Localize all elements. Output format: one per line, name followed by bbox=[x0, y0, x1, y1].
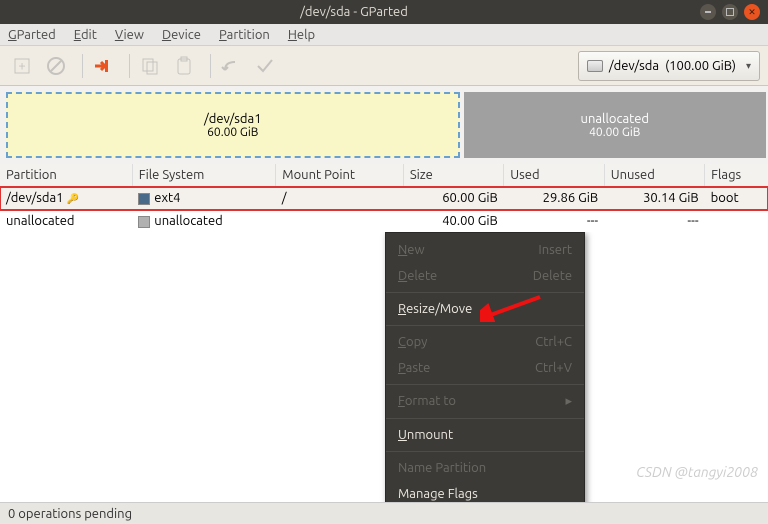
fs-label: unallocated bbox=[154, 214, 223, 228]
mount-point: / bbox=[276, 187, 404, 210]
flags-cell bbox=[705, 210, 768, 233]
menu-device[interactable]: Device bbox=[162, 28, 201, 42]
col-size[interactable]: Size bbox=[403, 164, 503, 187]
size-cell: 40.00 GiB bbox=[403, 210, 503, 233]
size-cell: 60.00 GiB bbox=[403, 187, 503, 210]
col-filesystem[interactable]: File System bbox=[132, 164, 276, 187]
ctx-paste[interactable]: PasteCtrl+V bbox=[386, 355, 584, 381]
device-selector[interactable]: /dev/sda (100.00 GiB) ▾ bbox=[578, 51, 760, 81]
ctx-new[interactable]: NewInsert bbox=[386, 237, 584, 263]
undo-icon[interactable] bbox=[217, 52, 245, 80]
lock-icon: 🔑 bbox=[67, 193, 79, 205]
menu-view[interactable]: View bbox=[115, 28, 144, 42]
context-menu: NewInsert DeleteDelete Resize/Move CopyC… bbox=[385, 232, 585, 502]
menu-help[interactable]: Help bbox=[288, 28, 315, 42]
unused-cell: --- bbox=[604, 210, 704, 233]
ctx-manage-flags[interactable]: Manage Flags bbox=[386, 481, 584, 502]
menu-gparted[interactable]: GParted bbox=[8, 28, 56, 42]
delete-icon[interactable] bbox=[42, 52, 70, 80]
fs-swatch-icon bbox=[138, 216, 150, 228]
window-maximize-button[interactable] bbox=[722, 4, 738, 20]
ctx-delete[interactable]: DeleteDelete bbox=[386, 263, 584, 289]
col-flags[interactable]: Flags bbox=[705, 164, 768, 187]
mount-point bbox=[276, 210, 404, 233]
device-size: (100.00 GiB) bbox=[665, 59, 736, 73]
segment-name: /dev/sda1 bbox=[204, 112, 262, 126]
fs-label: ext4 bbox=[154, 191, 180, 205]
unused-cell: 30.14 GiB bbox=[604, 187, 704, 210]
col-mount[interactable]: Mount Point bbox=[276, 164, 404, 187]
table-row[interactable]: unallocated unallocated 40.00 GiB --- --… bbox=[0, 210, 768, 233]
partition-segment-unallocated[interactable]: unallocated 40.00 GiB bbox=[464, 92, 766, 158]
ctx-copy[interactable]: CopyCtrl+C bbox=[386, 329, 584, 355]
chevron-down-icon: ▾ bbox=[746, 60, 751, 72]
col-used[interactable]: Used bbox=[504, 164, 604, 187]
fs-swatch-icon bbox=[138, 193, 150, 205]
partition-bar: /dev/sda1 60.00 GiB unallocated 40.00 Gi… bbox=[0, 86, 768, 164]
separator bbox=[386, 384, 584, 385]
annotation-arrow-icon bbox=[480, 292, 550, 322]
table-row[interactable]: /dev/sda1 🔑 ext4 / 60.00 GiB 29.86 GiB 3… bbox=[0, 187, 768, 210]
watermark-text: CSDN @tangyi2008 bbox=[636, 464, 758, 480]
segment-size: 60.00 GiB bbox=[207, 126, 258, 139]
partition-name: /dev/sda1 bbox=[6, 191, 64, 205]
col-unused[interactable]: Unused bbox=[604, 164, 704, 187]
copy-icon[interactable] bbox=[136, 52, 164, 80]
paste-icon[interactable] bbox=[170, 52, 198, 80]
separator bbox=[386, 451, 584, 452]
separator bbox=[210, 54, 211, 78]
toolbar: + /dev/sda (100.00 GiB) ▾ bbox=[0, 46, 768, 86]
apply-icon[interactable] bbox=[251, 52, 279, 80]
menu-partition[interactable]: Partition bbox=[219, 28, 270, 42]
menu-edit[interactable]: Edit bbox=[74, 28, 97, 42]
svg-text:+: + bbox=[18, 59, 25, 73]
content-area: NewInsert DeleteDelete Resize/Move CopyC… bbox=[0, 232, 768, 502]
window-close-button[interactable] bbox=[744, 4, 760, 20]
segment-name: unallocated bbox=[581, 112, 650, 126]
col-partition[interactable]: Partition bbox=[0, 164, 132, 187]
partition-segment-sda1[interactable]: /dev/sda1 60.00 GiB bbox=[6, 92, 460, 158]
used-cell: --- bbox=[504, 210, 604, 233]
separator bbox=[386, 418, 584, 419]
titlebar: /dev/sda - GParted bbox=[0, 0, 768, 24]
separator bbox=[386, 325, 584, 326]
new-icon[interactable]: + bbox=[8, 52, 36, 80]
window-title: /dev/sda - GParted bbox=[8, 5, 700, 19]
partition-table: Partition File System Mount Point Size U… bbox=[0, 164, 768, 232]
window-minimize-button[interactable] bbox=[700, 4, 716, 20]
ctx-unmount[interactable]: Unmount bbox=[386, 422, 584, 448]
device-path: /dev/sda bbox=[609, 59, 659, 73]
disk-icon bbox=[587, 60, 603, 72]
ctx-name-partition[interactable]: Name Partition bbox=[386, 455, 584, 481]
flags-cell: boot bbox=[705, 187, 768, 210]
segment-size: 40.00 GiB bbox=[589, 126, 640, 139]
status-text: 0 operations pending bbox=[8, 507, 132, 521]
used-cell: 29.86 GiB bbox=[504, 187, 604, 210]
menubar: GParted Edit View Device Partition Help bbox=[0, 24, 768, 46]
partition-name: unallocated bbox=[0, 210, 132, 233]
separator bbox=[82, 54, 83, 78]
statusbar: 0 operations pending bbox=[0, 502, 768, 524]
separator bbox=[129, 54, 130, 78]
ctx-format-to[interactable]: Format to bbox=[386, 388, 584, 415]
resize-move-icon[interactable] bbox=[89, 52, 117, 80]
